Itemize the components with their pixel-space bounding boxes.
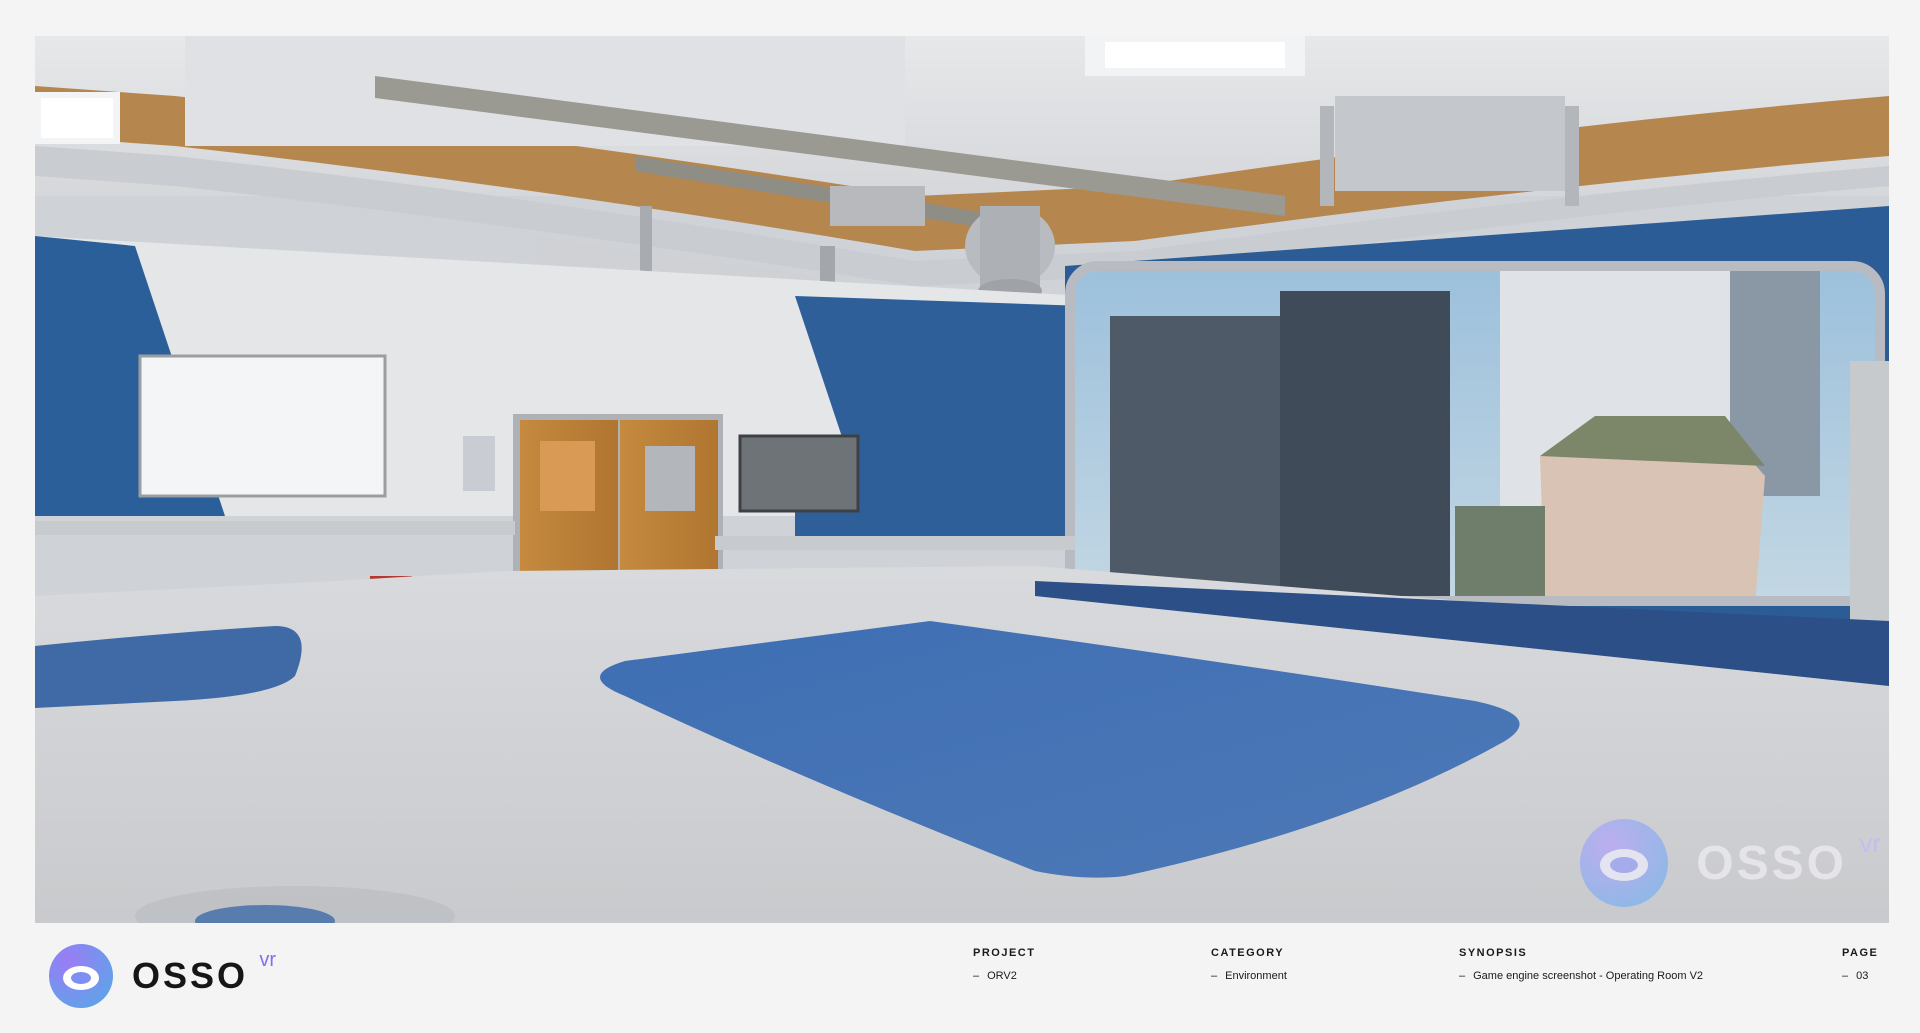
osso-vr-logo: OSSO vr (48, 943, 277, 1009)
watermark-vr-superscript: vr (1859, 827, 1881, 858)
osso-logo-icon (1580, 819, 1669, 907)
category-label: CATEGORY (1211, 947, 1285, 959)
page-number: 03 (1856, 970, 1869, 982)
category-value-row: – Environment (1211, 970, 1287, 982)
synopsis-value-row: – Game engine screenshot - Operating Room… (1459, 970, 1704, 982)
page-value-row: –03 (1842, 970, 1869, 982)
operating-room-render-image: OSSO vr (35, 36, 1889, 923)
operating-room-scene (35, 36, 1889, 923)
footer: OSSO vr PROJECT – ORV2 CATEGORY – Environme… (0, 923, 1920, 1033)
synopsis-value: Game engine screenshot - Operating Room … (1473, 970, 1704, 982)
project-value-row: – ORV2 (973, 970, 1017, 982)
page-label: PAGE (1842, 947, 1879, 959)
meta-page: PAGE –03 (1842, 947, 1878, 982)
presentation-page: OSSO vr OSSO vr PROJECT – ORV2 CATEGORY … (0, 0, 1920, 1033)
synopsis-label: SYNOPSIS (1459, 947, 1528, 959)
project-label: PROJECT (973, 947, 1036, 959)
meta-category: CATEGORY – Environment (1211, 947, 1287, 982)
meta-project: PROJECT – ORV2 (973, 947, 1035, 982)
logo-wordmark: OSSO vr (132, 949, 277, 996)
meta-synopsis: SYNOPSIS – Game engine screenshot - Opera… (1459, 947, 1703, 982)
osso-logo-icon (49, 944, 113, 1008)
osso-vr-watermark: OSSO vr (1578, 817, 1881, 909)
watermark-wordmark: OSSO vr (1696, 827, 1881, 890)
project-value: ORV2 (987, 970, 1017, 982)
logo-vr-superscript: vr (259, 949, 277, 971)
category-value: Environment (1225, 970, 1287, 982)
